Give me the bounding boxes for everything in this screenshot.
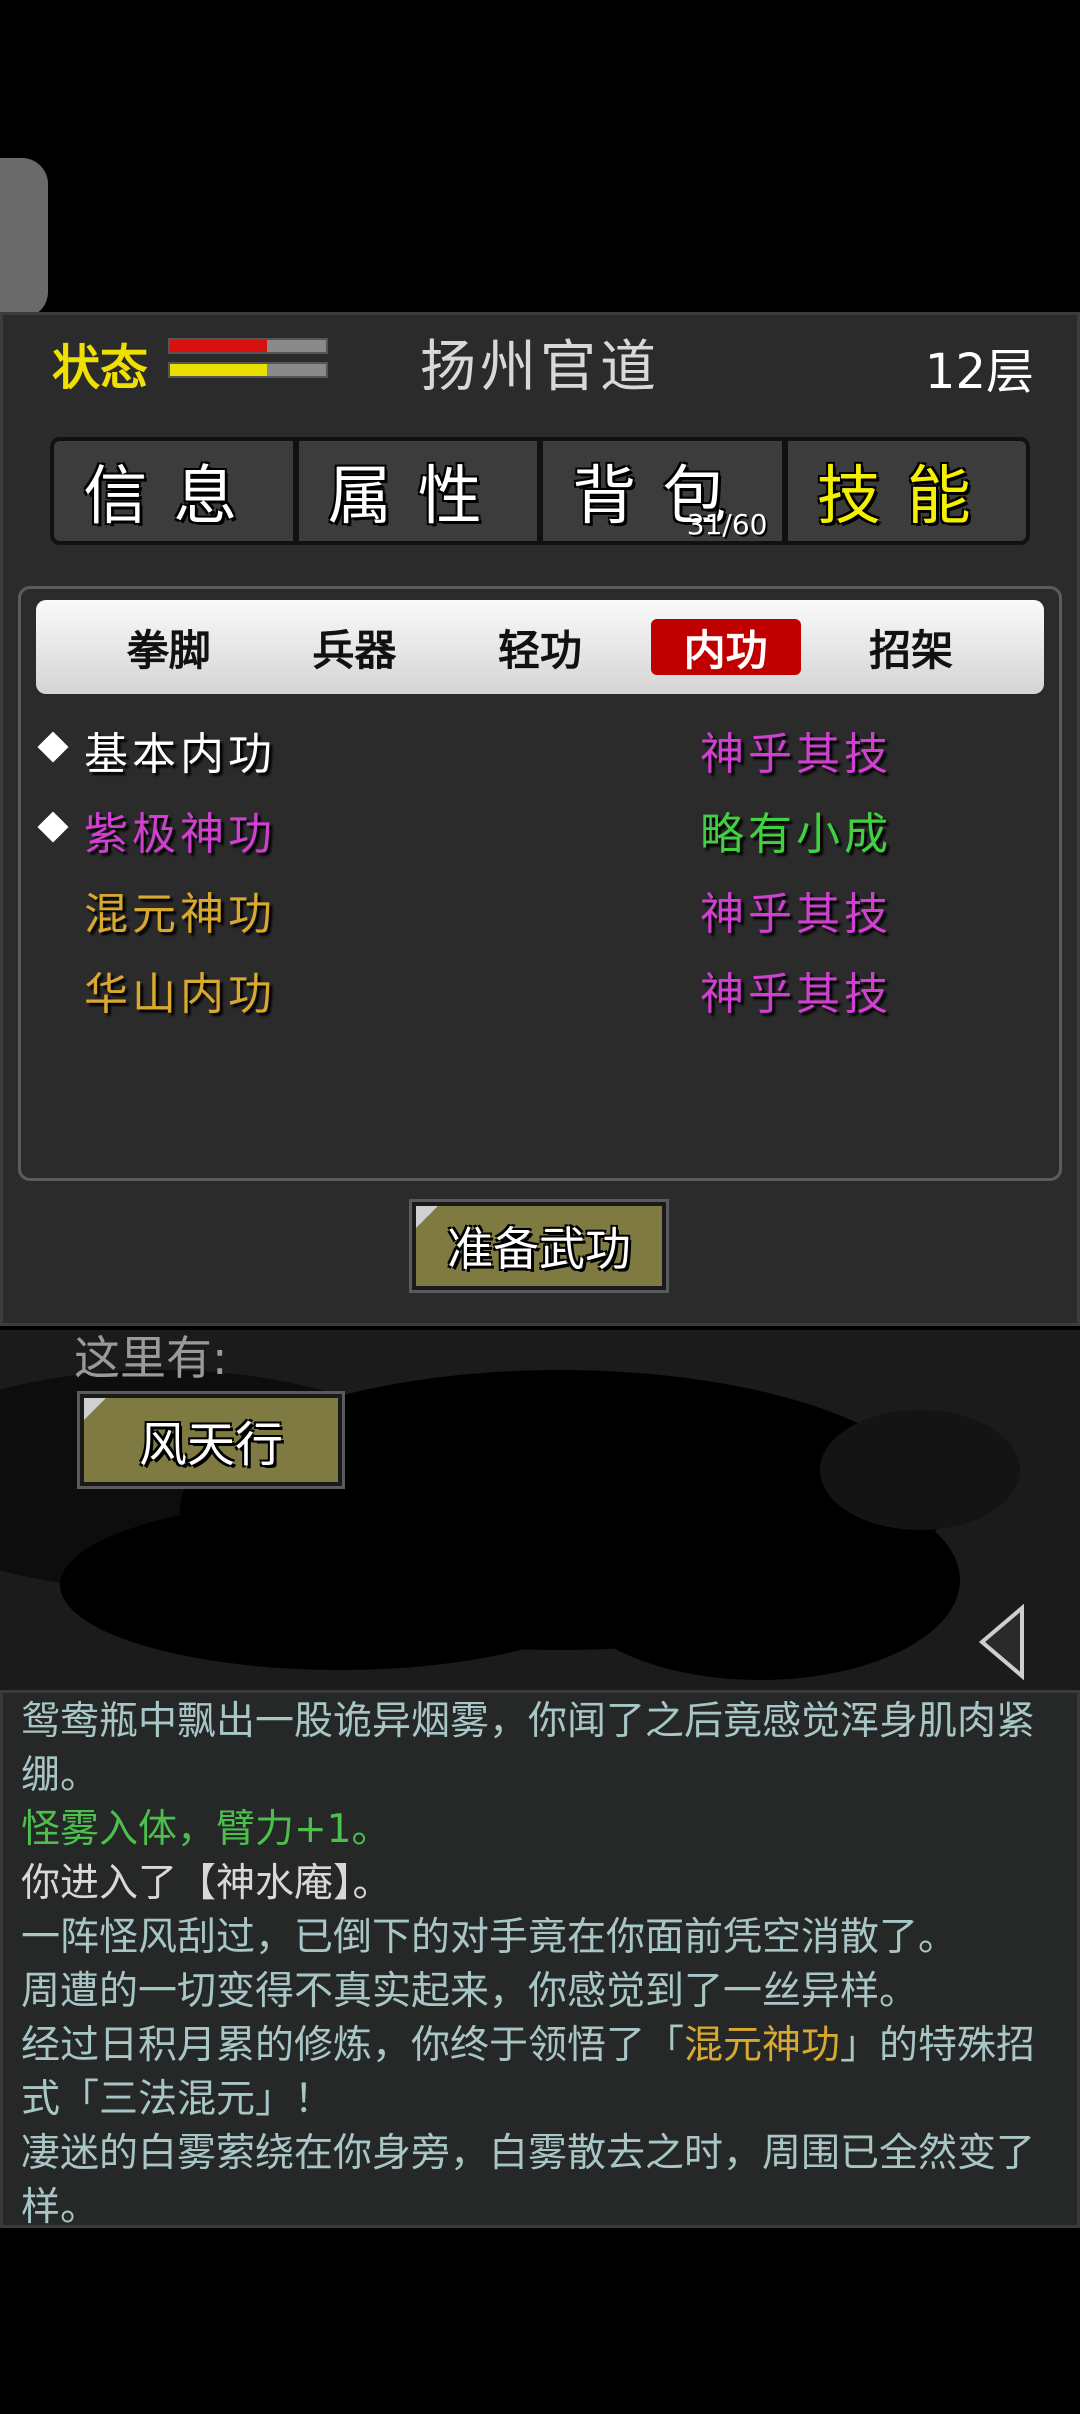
- tab-skills[interactable]: 技能: [781, 441, 1027, 541]
- log-text: 怪雾入体，臂力+1。: [21, 1807, 391, 1852]
- side-pull-tab[interactable]: [0, 158, 48, 318]
- skill-row[interactable]: 华山内功 神乎其技: [36, 958, 1036, 1020]
- equipped-diamond-icon: [37, 811, 69, 843]
- log-text: 经过日积月累的修炼，你终于领悟了「: [21, 2023, 685, 2068]
- prepare-skill-button[interactable]: 准备武功: [409, 1199, 669, 1293]
- skill-name: 基本内功: [84, 729, 276, 780]
- npc-button[interactable]: 风天行: [77, 1391, 345, 1489]
- tab-attributes-label: 属性: [327, 460, 508, 534]
- subtab-lightness[interactable]: 轻功: [465, 619, 615, 675]
- main-tabs: 信息 属性 背包 31/60 技能: [50, 437, 1030, 545]
- skill-level: 略有小成: [700, 809, 892, 860]
- skill-level: 神乎其技: [700, 889, 892, 940]
- log-text: 凄迷的白雾萦绕在你身旁，白雾散去之时，周围已全然变了样。: [21, 2131, 1036, 2230]
- back-arrow-icon[interactable]: [976, 1604, 1028, 1680]
- log-line: 鸳鸯瓶中飘出一股诡异烟雾，你闻了之后竟感觉浑身肌肉紧绷。: [21, 1695, 1059, 1803]
- smoke-shape: [60, 1500, 620, 1670]
- here-label: 这里有:: [74, 1331, 228, 1385]
- equipped-diamond-icon: [37, 731, 69, 763]
- log-text: 你进入了【神水庵】。: [21, 1861, 392, 1906]
- tab-info[interactable]: 信息: [54, 441, 293, 541]
- log-line: 怪雾入体，臂力+1。: [21, 1803, 1059, 1857]
- log-text: 一阵怪风刮过，已倒下的对手竟在你面前凭空消散了。: [21, 1915, 958, 1960]
- skill-level: 神乎其技: [700, 729, 892, 780]
- tab-inventory[interactable]: 背包 31/60: [537, 441, 782, 541]
- log-text: 鸳鸯瓶中飘出一股诡异烟雾，你闻了之后竟感觉浑身肌肉紧绷。: [21, 1699, 1036, 1798]
- smoke-shape: [820, 1410, 1020, 1530]
- tab-info-label: 信息: [83, 460, 264, 534]
- skill-category-tabs: 拳脚 兵器 轻功 内功 招架: [36, 600, 1044, 694]
- log-text: 周遭的一切变得不真实起来，你感觉到了一丝异样。: [21, 1969, 919, 2014]
- skill-row[interactable]: 基本内功 神乎其技: [36, 718, 1036, 780]
- log-line: 你进入了【神水庵】。: [21, 1857, 1059, 1911]
- log-line: 周遭的一切变得不真实起来，你感觉到了一丝异样。: [21, 1965, 1059, 2019]
- subtab-parry[interactable]: 招架: [836, 619, 986, 675]
- tab-attributes[interactable]: 属性: [292, 441, 538, 541]
- log-skill-highlight: 混元神功: [684, 2023, 841, 2068]
- inventory-count: 31/60: [686, 508, 768, 541]
- prepare-skill-label: 准备武功: [447, 1222, 631, 1276]
- skill-name: 紫极神功: [84, 809, 276, 860]
- floor-indicator: 12层: [924, 344, 1034, 400]
- location-title: 扬州官道: [420, 335, 660, 400]
- subtab-weapon[interactable]: 兵器: [279, 619, 429, 675]
- skill-row[interactable]: 紫极神功 略有小成: [36, 798, 1036, 860]
- npc-name: 风天行: [138, 1417, 283, 1473]
- subtab-internal[interactable]: 内功: [650, 619, 801, 675]
- skill-name: 混元神功: [84, 889, 276, 940]
- log-line: 经过日积月累的修炼，你终于领悟了「混元神功」的特殊招式「三法混元」！: [21, 2019, 1059, 2127]
- skill-name: 华山内功: [84, 969, 276, 1020]
- skill-level: 神乎其技: [700, 969, 892, 1020]
- tab-skills-label: 技能: [816, 460, 997, 534]
- message-log: 鸳鸯瓶中飘出一股诡异烟雾，你闻了之后竟感觉浑身肌肉紧绷。 怪雾入体，臂力+1。 …: [0, 1690, 1080, 2230]
- log-line: 凄迷的白雾萦绕在你身旁，白雾散去之时，周围已全然变了样。: [21, 2127, 1059, 2235]
- log-line: 一阵怪风刮过，已倒下的对手竟在你面前凭空消散了。: [21, 1911, 1059, 1965]
- skill-row[interactable]: 混元神功 神乎其技: [36, 878, 1036, 940]
- subtab-fist[interactable]: 拳脚: [94, 619, 244, 675]
